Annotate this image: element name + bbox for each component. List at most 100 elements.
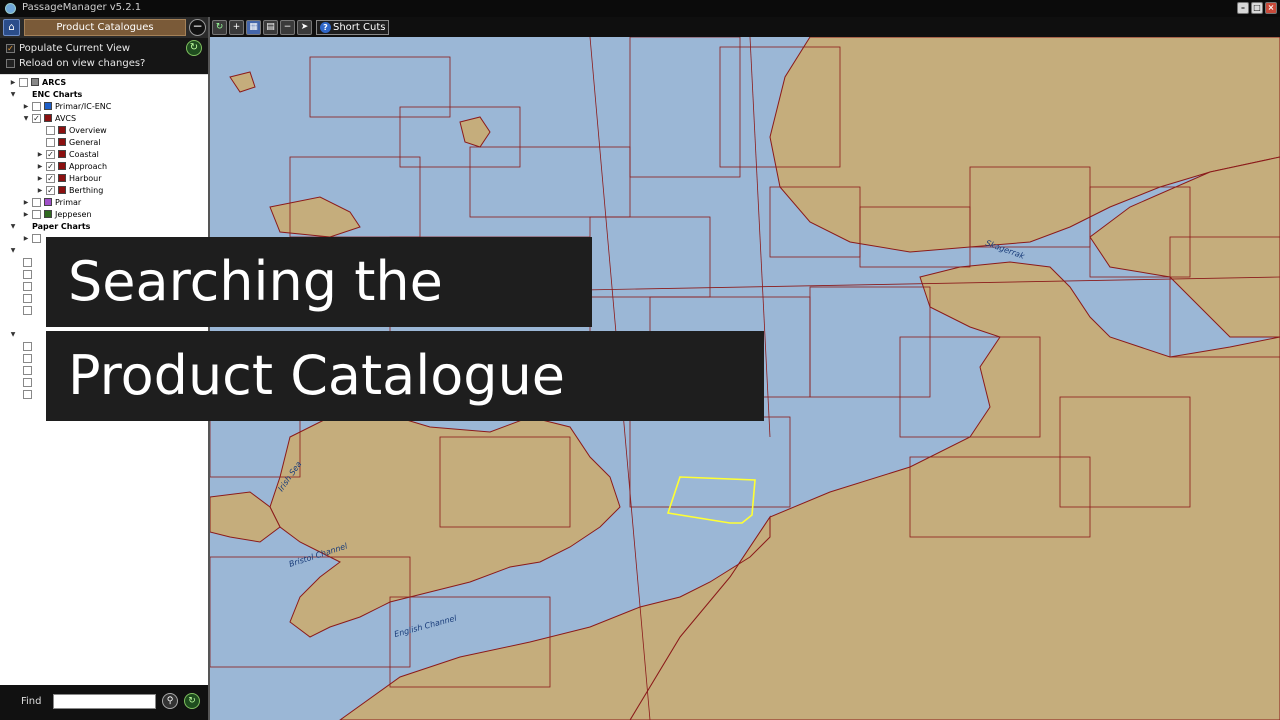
expand-icon[interactable]: ▶ (23, 103, 29, 110)
tree-item-avcs[interactable]: ▼ ✓ AVCS (23, 112, 76, 124)
tree-item-collapsed[interactable] (23, 340, 32, 352)
zoom-in-icon[interactable]: + (229, 19, 244, 35)
tree-item-general[interactable]: General (46, 136, 101, 148)
tree-checkbox[interactable] (23, 365, 32, 375)
binoculars-icon[interactable]: ⚲ (162, 693, 178, 709)
tree-item-collapsed[interactable] (23, 352, 32, 364)
zoom-out-icon[interactable]: − (280, 19, 295, 35)
tree-checkbox[interactable] (23, 269, 32, 279)
tree-item-coastal[interactable]: ▶ ✓ Coastal (37, 148, 99, 160)
tree-label: Approach (69, 161, 108, 171)
panel-title: Product Catalogues (24, 19, 186, 36)
tree-label: Harbour (69, 173, 102, 183)
panel-header: ⌂ Product Catalogues − (0, 17, 208, 38)
tree-checkbox[interactable] (19, 77, 28, 87)
tree-item-collapsed[interactable] (23, 376, 32, 388)
expand-icon[interactable]: ▶ (23, 211, 29, 218)
avcs-swatch (58, 174, 66, 182)
avcs-swatch (58, 162, 66, 170)
tree-item-overview[interactable]: Overview (46, 124, 107, 136)
find-input[interactable] (53, 694, 156, 709)
tree-checkbox[interactable] (32, 233, 41, 243)
tree-item-collapsed[interactable] (23, 364, 32, 376)
short-cuts-label: Short Cuts (333, 21, 386, 33)
tree-checkbox[interactable]: ✓ (46, 185, 55, 195)
map-toolbar: ↻ + ▦ ▤ − ➤ ? Short Cuts (210, 17, 1280, 37)
tree-item-jeppesen[interactable]: ▶ Jeppesen (23, 208, 92, 220)
close-icon[interactable]: × (1265, 2, 1277, 14)
land-great-britain (269, 411, 621, 638)
tree-label: Primar/IC-ENC (55, 101, 112, 111)
tree-checkbox[interactable] (23, 341, 32, 351)
tree-label: Coastal (69, 149, 99, 159)
tree-item-enc-charts[interactable]: ▼ ENC Charts (10, 88, 83, 100)
tree-checkbox[interactable] (32, 197, 41, 207)
expand-icon[interactable]: ▶ (37, 187, 43, 194)
populate-checkbox[interactable]: ✓ (6, 43, 15, 53)
tree-item-collapsed[interactable]: ▼ (10, 244, 16, 256)
layers-icon[interactable]: ▤ (263, 19, 278, 35)
tree-item-collapsed[interactable] (23, 388, 32, 400)
tree-label: Overview (69, 125, 107, 135)
tree-item-arcs[interactable]: ▶ ARCS (10, 76, 66, 88)
collapse-panel-icon[interactable]: − (189, 19, 206, 36)
home-icon[interactable]: ⌂ (3, 19, 20, 36)
expand-icon[interactable]: ▶ (37, 175, 43, 182)
zoom-extents-icon[interactable]: ▦ (246, 19, 261, 35)
maximize-icon[interactable]: □ (1251, 2, 1263, 14)
find-bar: Find ⚲ ↻ (0, 685, 208, 720)
expand-icon[interactable]: ▶ (10, 79, 16, 86)
window-title: PassageManager v5.2.1 (22, 2, 142, 13)
tree-item-collapsed[interactable] (23, 304, 32, 316)
reload-checkbox[interactable] (6, 58, 15, 68)
tree-checkbox[interactable] (23, 305, 32, 315)
tree-item-primar-ic-enc[interactable]: ▶ Primar/IC-ENC (23, 100, 111, 112)
tree-checkbox[interactable] (46, 125, 55, 135)
refresh-icon[interactable]: ↻ (186, 40, 202, 56)
tree-item-approach[interactable]: ▶ ✓ Approach (37, 160, 107, 172)
populate-current-view-row[interactable]: ✓ Populate Current View (6, 41, 130, 55)
tree-item-berthing[interactable]: ▶ ✓ Berthing (37, 184, 103, 196)
short-cuts-button[interactable]: ? Short Cuts (316, 19, 390, 35)
tree-checkbox[interactable] (23, 353, 32, 363)
tree-checkbox[interactable] (23, 281, 32, 291)
tree-checkbox[interactable]: ✓ (46, 173, 55, 183)
expand-icon[interactable]: ▶ (23, 199, 29, 206)
tree-checkbox[interactable]: ✓ (46, 149, 55, 159)
expand-icon[interactable]: ▶ (23, 235, 29, 242)
tree-item-collapsed[interactable] (23, 292, 32, 304)
tree-item-collapsed[interactable]: ▶ (23, 232, 41, 244)
tree-item-collapsed[interactable] (23, 268, 32, 280)
tree-checkbox[interactable] (23, 389, 32, 399)
tree-checkbox[interactable] (46, 137, 55, 147)
tree-checkbox[interactable] (32, 209, 41, 219)
collapse-icon[interactable]: ▼ (10, 91, 16, 98)
avcs-swatch (58, 150, 66, 158)
tree-item-primar[interactable]: ▶ Primar (23, 196, 81, 208)
tree-item-paper-charts[interactable]: ▼ Paper Charts (10, 220, 91, 232)
pointer-icon[interactable]: ➤ (297, 19, 312, 35)
collapse-icon[interactable]: ▼ (10, 223, 16, 230)
app-icon (5, 3, 16, 14)
collapse-icon[interactable]: ▼ (10, 247, 16, 254)
arcs-swatch (31, 78, 39, 86)
minimize-icon[interactable]: – (1237, 2, 1249, 14)
overlay-title-line-2: Product Catalogue (46, 331, 764, 421)
tree-checkbox[interactable] (23, 293, 32, 303)
collapse-icon[interactable]: ▼ (23, 115, 29, 122)
tree-checkbox[interactable]: ✓ (46, 161, 55, 171)
expand-icon[interactable]: ▶ (37, 151, 43, 158)
tree-checkbox[interactable]: ✓ (32, 113, 41, 123)
tree-item-harbour[interactable]: ▶ ✓ Harbour (37, 172, 102, 184)
reload-on-view-changes-row[interactable]: Reload on view changes? (6, 56, 145, 70)
collapse-icon[interactable]: ▼ (10, 331, 16, 338)
tree-item-collapsed[interactable] (23, 256, 32, 268)
tree-checkbox[interactable] (23, 257, 32, 267)
tree-item-collapsed[interactable] (23, 280, 32, 292)
refresh-icon[interactable]: ↻ (184, 693, 200, 709)
refresh-map-icon[interactable]: ↻ (212, 19, 227, 35)
expand-icon[interactable]: ▶ (37, 163, 43, 170)
tree-checkbox[interactable] (32, 101, 41, 111)
tree-checkbox[interactable] (23, 377, 32, 387)
tree-item-collapsed[interactable]: ▼ (10, 328, 16, 340)
